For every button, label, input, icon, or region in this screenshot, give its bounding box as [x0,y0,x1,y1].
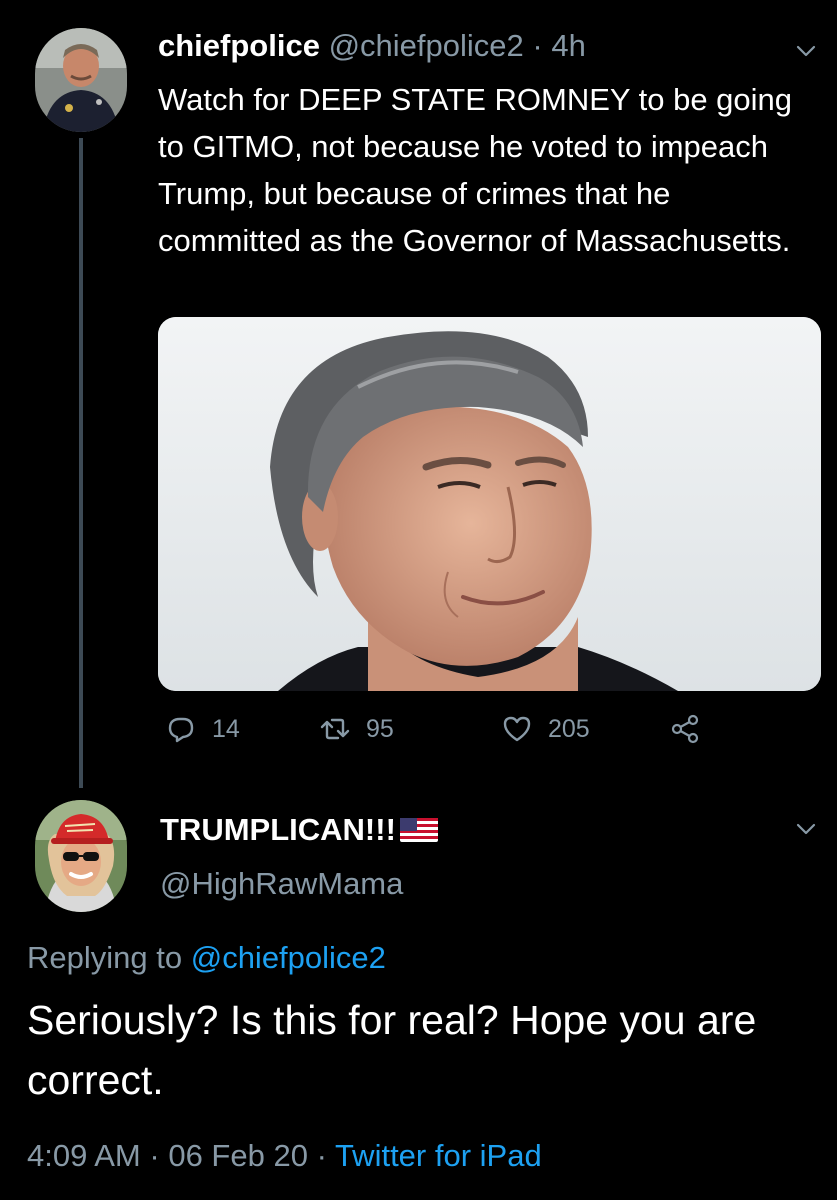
retweet-count: 95 [366,714,394,743]
avatar[interactable] [35,800,127,912]
separator: · [532,28,543,63]
reply-tweet[interactable]: TRUMPLICAN!!! @HighRawMama Replying to @… [0,790,837,1200]
replying-to-label: Replying to [27,940,183,975]
separator: · [149,1138,160,1173]
us-flag-icon [399,818,438,842]
reply-button[interactable]: 14 [164,712,240,746]
retweet-button[interactable]: 95 [318,712,394,746]
timestamp[interactable]: 4h [551,28,585,63]
tweet-meta: 4:09 AM · 06 Feb 20 · Twitter for iPad [27,1138,542,1174]
author-name[interactable]: chiefpolice [158,28,320,63]
retweet-icon [320,718,350,740]
replying-to: Replying to @chiefpolice2 [27,940,386,976]
mention-link[interactable]: @chiefpolice2 [191,940,386,975]
heart-icon [503,716,531,742]
like-count: 205 [548,714,590,743]
author-name-text: TRUMPLICAN!!! [160,812,396,847]
tweet-date[interactable]: 06 Feb 20 [168,1138,308,1173]
reply-count: 14 [212,714,240,743]
source-link[interactable]: Twitter for iPad [335,1138,542,1173]
author-handle[interactable]: @HighRawMama [160,866,403,902]
tweet[interactable]: chiefpolice @chiefpolice2 · 4h Watch for… [0,0,837,788]
thread-line [79,138,83,788]
share-button[interactable] [668,712,702,746]
author-handle[interactable]: @chiefpolice2 [329,28,524,63]
tweet-text: Watch for DEEP STATE ROMNEY to be going … [158,82,793,258]
author-name[interactable]: TRUMPLICAN!!! [160,812,438,848]
share-icon [671,714,699,744]
reply-text: Seriously? Is this for real? Hope you ar… [27,997,757,1103]
tweet-media[interactable] [158,317,821,691]
avatar[interactable] [35,28,127,132]
chevron-down-icon[interactable] [795,818,817,840]
separator: · [316,1138,327,1173]
like-button[interactable]: 205 [500,712,590,746]
tweet-time[interactable]: 4:09 AM [27,1138,141,1173]
tweet-header: chiefpolice @chiefpolice2 · 4h [158,28,586,64]
tweet-actions: 14 95 205 [158,712,818,756]
reply-icon [168,717,194,743]
chevron-down-icon[interactable] [795,40,817,62]
